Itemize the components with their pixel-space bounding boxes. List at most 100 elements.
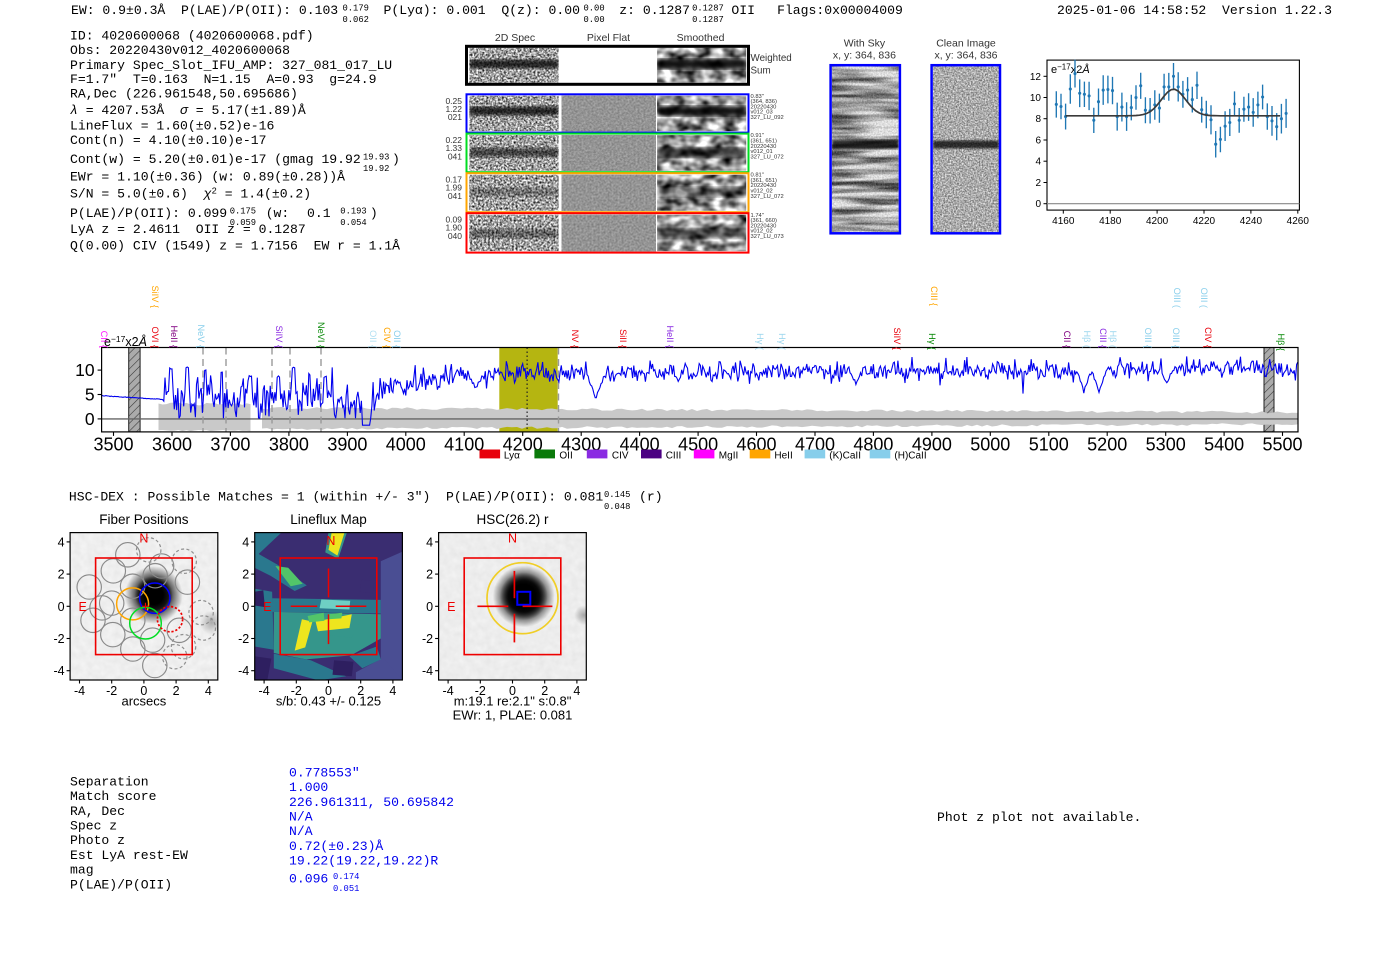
svg-text:-2: -2	[106, 684, 117, 698]
svg-text:N: N	[326, 534, 335, 548]
svg-text:Fiber Positions: Fiber Positions	[99, 512, 189, 527]
svg-text:4160: 4160	[1052, 216, 1075, 227]
svg-text:OIII {: OIII {	[1143, 328, 1153, 348]
svg-text:Sum: Sum	[751, 66, 771, 77]
svg-text:OVI {: OVI {	[150, 327, 160, 348]
svg-text:HSC-DEX : Possible Matches = 1: HSC-DEX : Possible Matches = 1 (within +…	[69, 490, 603, 505]
svg-text:327_LU_092: 327_LU_092	[751, 115, 784, 121]
svg-text:0.048: 0.048	[604, 502, 630, 512]
svg-text:0: 0	[85, 409, 95, 429]
svg-text:Hγ (: Hγ (	[755, 333, 765, 350]
svg-text:8: 8	[1035, 114, 1041, 125]
svg-text:NeV {: NeV {	[196, 325, 206, 349]
svg-text:E: E	[263, 600, 271, 614]
svg-text:040: 040	[448, 231, 462, 241]
svg-text:0.1287: 0.1287	[692, 15, 724, 25]
svg-text:-4: -4	[443, 684, 454, 698]
svg-text:-2: -2	[238, 632, 249, 646]
svg-text:Cont(n) = 4.10(±0.10)e-17: Cont(n) = 4.10(±0.10)e-17	[70, 133, 266, 148]
svg-text:m:19.1 re:2.1" s:0.8": m:19.1 re:2.1" s:0.8"	[454, 694, 572, 709]
svg-text:0: 0	[1035, 199, 1041, 210]
svg-text:4: 4	[426, 535, 433, 549]
svg-text:3900: 3900	[327, 434, 367, 454]
svg-text:Weighted: Weighted	[751, 53, 792, 64]
svg-text:F=1.7" T=0.163 N=1.15 A=0.9: F=1.7" T=0.163 N=1.15 A=0.93 g=24.9	[70, 72, 376, 87]
svg-text:E: E	[447, 600, 455, 614]
svg-text:CIII: CIII	[666, 450, 682, 461]
svg-text:021: 021	[448, 112, 462, 122]
svg-text:2D Spec: 2D Spec	[495, 32, 535, 44]
svg-text:3700: 3700	[210, 434, 250, 454]
svg-text:z: 0.1287: z: 0.1287	[619, 3, 690, 18]
svg-text:3800: 3800	[269, 434, 309, 454]
svg-text:HSC(26.2) r: HSC(26.2) r	[476, 512, 549, 527]
svg-text:4180: 4180	[1099, 216, 1122, 227]
svg-text:0.175: 0.175	[230, 206, 256, 216]
svg-text:0.1: 0.1	[307, 206, 331, 221]
svg-text:Flags:0x00004009: Flags:0x00004009	[777, 3, 903, 18]
svg-text:(K)CaII: (K)CaII	[829, 450, 861, 461]
svg-text:): )	[370, 206, 378, 221]
svg-text:-4: -4	[259, 684, 270, 698]
svg-text:OII {: OII {	[368, 330, 378, 348]
svg-text:mag: mag	[70, 863, 94, 878]
svg-text:-2: -2	[53, 632, 64, 646]
svg-text:-2: -2	[422, 632, 433, 646]
svg-text:Obs: 20220430v012_4020600068: Obs: 20220430v012_4020600068	[70, 43, 290, 58]
svg-text:Hβ {: Hβ {	[1276, 333, 1286, 351]
svg-text:12: 12	[1030, 72, 1042, 83]
svg-text:HeII {: HeII {	[665, 326, 675, 348]
svg-text:0.059: 0.059	[230, 218, 256, 228]
svg-text:SiII {: SiII {	[618, 329, 628, 348]
svg-text:x, y: 364, 836: x, y: 364, 836	[833, 49, 896, 61]
svg-text:Hβ (: Hβ (	[1108, 330, 1118, 348]
svg-text:-4: -4	[422, 664, 433, 678]
svg-text:HeII: HeII	[774, 450, 792, 461]
svg-text:2025-01-06 14:58:52 Version 1: 2025-01-06 14:58:52 Version 1.22.3	[1057, 3, 1332, 18]
svg-text:Spec z: Spec z	[70, 819, 117, 834]
svg-text:0.00: 0.00	[584, 3, 605, 13]
svg-text:N: N	[139, 532, 148, 546]
svg-text:NeVI {: NeVI {	[316, 322, 326, 348]
svg-text:e−17x2Å: e−17x2Å	[1051, 63, 1090, 77]
svg-text:EWr: 1, PLAE: 0.081: EWr: 1, PLAE: 0.081	[453, 708, 573, 723]
svg-text:2: 2	[173, 684, 180, 698]
svg-text:-4: -4	[238, 664, 249, 678]
svg-text:): )	[392, 152, 400, 167]
svg-text:2: 2	[1035, 178, 1041, 189]
svg-text:3500: 3500	[93, 434, 133, 454]
svg-text:Photo z: Photo z	[70, 833, 125, 848]
svg-text:arcsecs: arcsecs	[122, 694, 167, 709]
svg-text:0: 0	[58, 600, 65, 614]
svg-text:Phot z plot not available.: Phot z plot not available.	[937, 810, 1141, 825]
svg-text:OII {: OII {	[392, 330, 402, 348]
svg-text:4: 4	[1035, 157, 1041, 168]
svg-text:Separation: Separation	[70, 774, 149, 789]
svg-text:OIII (: OIII (	[1172, 288, 1182, 308]
svg-text:MgII: MgII	[719, 450, 738, 461]
svg-text:4200: 4200	[1146, 216, 1169, 227]
svg-text:226.961311, 50.695842: 226.961311, 50.695842	[289, 795, 454, 810]
svg-text:19.22(19.22,19.22)R: 19.22(19.22,19.22)R	[289, 853, 438, 868]
svg-text:4260: 4260	[1287, 216, 1310, 227]
svg-text:CIII {: CIII {	[1098, 328, 1108, 348]
svg-text:0.193: 0.193	[340, 206, 366, 216]
svg-text:2: 2	[58, 568, 65, 582]
svg-text:SiIV {: SiIV {	[274, 326, 284, 348]
svg-text:Lyα: Lyα	[504, 450, 520, 461]
svg-text:E: E	[79, 600, 87, 614]
svg-text:3600: 3600	[152, 434, 192, 454]
svg-text:SiIV {: SiIV {	[892, 328, 902, 350]
svg-text:Pixel Flat: Pixel Flat	[587, 32, 630, 44]
svg-text:0.174: 0.174	[333, 872, 359, 882]
svg-text:SiIV {: SiIV {	[150, 286, 160, 308]
svg-text:CIV {: CIV {	[382, 327, 392, 348]
svg-text:CIII {: CIII {	[929, 286, 939, 306]
svg-text:(H)CaII: (H)CaII	[894, 450, 926, 461]
svg-text:OII: OII	[731, 3, 755, 18]
svg-text:4: 4	[242, 535, 249, 549]
svg-text:2: 2	[242, 568, 249, 582]
svg-text:4: 4	[573, 684, 580, 698]
svg-text:e−17x2Å: e−17x2Å	[104, 334, 147, 349]
svg-text:NV {: NV {	[570, 330, 580, 348]
